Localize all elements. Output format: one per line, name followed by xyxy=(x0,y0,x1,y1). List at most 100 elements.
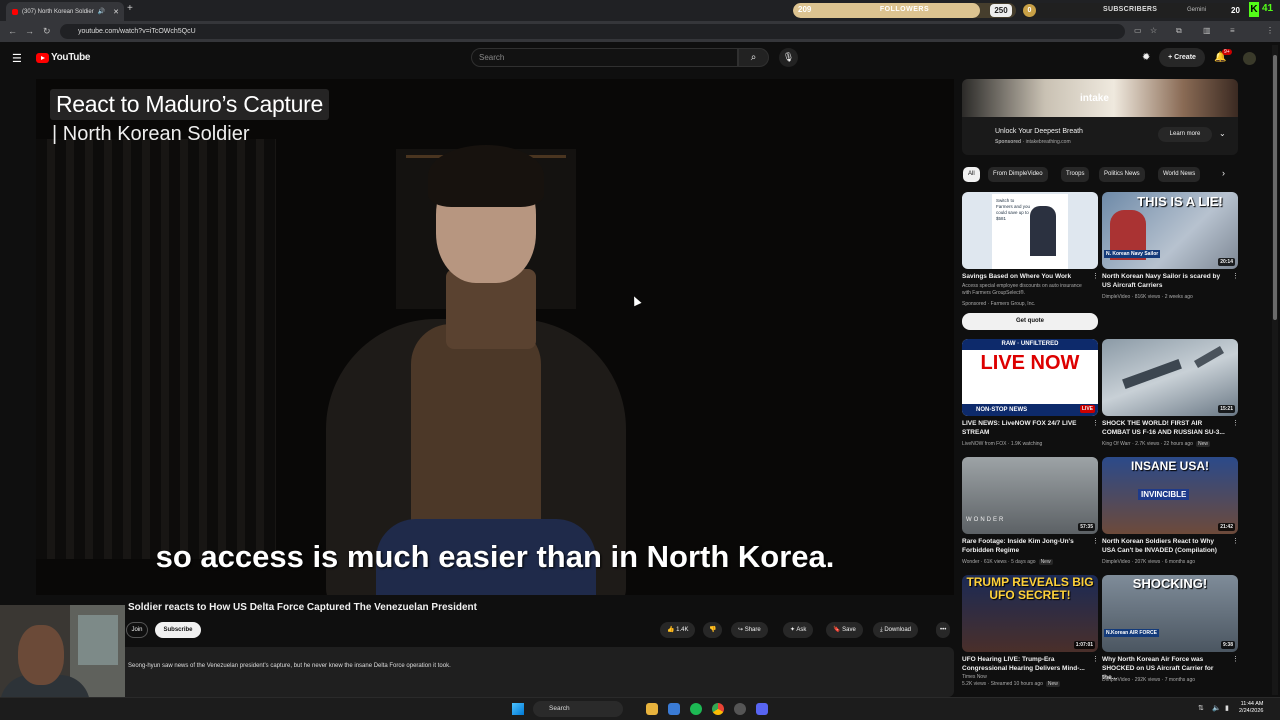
save-button[interactable]: 🔖 Save xyxy=(826,622,863,638)
youtube-header: ☰ YouTube Search ⌕ 🎙 ✹ + Create 🔔 9+ xyxy=(0,42,1280,74)
thumbnail-text: LIVE NOW xyxy=(980,352,1080,374)
video-description[interactable]: Seong-hyun saw news of the Venezuelan pr… xyxy=(36,647,954,697)
download-button[interactable]: ⤓ Download xyxy=(873,622,919,638)
close-tab-icon[interactable]: ✕ xyxy=(113,8,119,16)
search-button[interactable]: ⌕ xyxy=(738,48,769,67)
settings-gear-icon[interactable] xyxy=(734,703,746,715)
extensions-icon[interactable]: ⧉ xyxy=(1176,26,1182,36)
more-icon[interactable]: ⋮ xyxy=(1266,26,1274,35)
like-button[interactable]: 👍 1.4K xyxy=(660,622,696,638)
subscribe-button[interactable]: Subscribe xyxy=(155,622,201,638)
card-more-icon[interactable]: ⋮ xyxy=(1092,537,1099,545)
scrollbar-thumb[interactable] xyxy=(1273,55,1277,320)
discord-icon[interactable] xyxy=(756,703,768,715)
person-sweater xyxy=(411,324,541,534)
card-more-icon[interactable]: ⋮ xyxy=(1232,537,1239,545)
voice-search-icon[interactable]: 🎙 xyxy=(779,48,798,67)
ask-button[interactable]: ✦ Ask xyxy=(783,622,814,638)
farmers-ad-person xyxy=(1030,206,1056,256)
chip-from-dimplevideo[interactable]: From DimpleVideo xyxy=(988,167,1048,182)
youtube-logo[interactable]: YouTube xyxy=(36,52,91,63)
taskbar-search[interactable]: Search xyxy=(533,701,623,717)
filter-chips: All From DimpleVideo Troops Politics New… xyxy=(963,167,1238,183)
new-tab-icon[interactable]: + xyxy=(127,3,133,14)
card-title: North Korean Navy Sailor is scared by US… xyxy=(1102,273,1221,289)
subscribers-goal-bar: 0 SUBSCRIBERS Gemini 20 xyxy=(1021,3,1246,18)
video-duration: 15:21 xyxy=(1218,405,1235,413)
chip-world-news[interactable]: World News xyxy=(1158,167,1201,182)
video-player[interactable]: React to Maduro’s Capture | North Korean… xyxy=(36,79,954,595)
card-meta: King Of Warr · 2.7K views · 22 hours ago… xyxy=(1102,441,1210,447)
volume-icon[interactable]: 🔈 xyxy=(1212,704,1221,712)
like-count: 1.4K xyxy=(676,627,689,633)
thumbnail-bottom-text: NON-STOP NEWS xyxy=(962,404,1098,416)
thumbnail-top-text: RAW · UNFILTERED xyxy=(962,339,1098,350)
card-thumbnail: INSANE USA! INVINCIBLE 21:42 xyxy=(1102,457,1238,534)
sidebar-icon[interactable]: ▥ xyxy=(1203,26,1211,35)
store-icon[interactable] xyxy=(668,703,680,715)
card-meta-text: 5.2K views · Streamed 10 hours ago xyxy=(962,681,1043,687)
thumbnail-label: N.Korean AIR FORCE xyxy=(1104,629,1159,637)
address-bar[interactable]: youtube.com/watch?v=iTcOWch5QcU xyxy=(60,24,1125,39)
battery-icon[interactable]: ▮ xyxy=(1225,704,1229,712)
card-more-icon[interactable]: ⋮ xyxy=(1092,272,1099,280)
sponsored-ad[interactable]: intake Unlock Your Deepest Breath Sponso… xyxy=(962,79,1238,155)
jet-shape xyxy=(1122,359,1182,389)
chip-politics-news[interactable]: Politics News xyxy=(1099,167,1145,182)
card-more-icon[interactable]: ⋮ xyxy=(1092,419,1099,427)
share-button[interactable]: ↪ Share xyxy=(731,622,768,638)
join-button[interactable]: Join xyxy=(126,622,148,638)
card-more-icon[interactable]: ⋮ xyxy=(1232,655,1239,663)
card-meta: LiveNOW from FOX · 1.9K watching xyxy=(962,441,1043,447)
youtube-favicon-icon xyxy=(12,8,18,15)
video-overlay-subtitle: | North Korean Soldier xyxy=(52,123,250,145)
webcam-window xyxy=(78,615,118,665)
notification-badge: 9+ xyxy=(1222,49,1232,55)
get-quote-button[interactable]: Get quote xyxy=(962,313,1098,330)
chip-troops[interactable]: Troops xyxy=(1061,167,1090,182)
taskbar-clock[interactable]: 11:44 AM 2/24/2026 xyxy=(1239,701,1263,715)
search-input[interactable]: Search xyxy=(471,48,738,67)
card-more-icon[interactable]: ⋮ xyxy=(1232,272,1239,280)
card-more-icon[interactable]: ⋮ xyxy=(1232,419,1239,427)
card-meta: DimpleVideo · 207K views · 6 months ago xyxy=(1102,559,1196,565)
chip-all[interactable]: All xyxy=(963,167,980,182)
back-icon[interactable]: ← xyxy=(8,26,17,36)
learn-more-button[interactable]: Learn more xyxy=(1158,127,1212,142)
chevron-down-icon[interactable]: ⌄ xyxy=(1219,129,1226,138)
url-text: youtube.com/watch?v=iTcOWch5QcU xyxy=(78,28,196,35)
create-label: Create xyxy=(1174,54,1196,61)
menu-icon[interactable]: ≡ xyxy=(1230,26,1235,35)
bookmark-star-icon[interactable]: ☆ xyxy=(1150,26,1157,35)
dislike-button[interactable]: 👎 xyxy=(703,622,723,638)
reload-icon[interactable]: ↻ xyxy=(43,26,51,37)
tab-title: (307) North Korean Soldier xyxy=(22,8,94,15)
browser-toolbar: ← → ↻ youtube.com/watch?v=iTcOWch5QcU ▭ … xyxy=(0,21,1280,42)
forward-icon[interactable]: → xyxy=(25,26,34,36)
browser-tab[interactable]: (307) North Korean Soldier 🔊 ✕ xyxy=(6,2,124,21)
webcam-face xyxy=(18,625,64,685)
ai-sparkle-icon[interactable]: ✹ xyxy=(1142,52,1150,63)
share-label: Share xyxy=(744,627,761,633)
windows-start-icon[interactable] xyxy=(512,703,524,715)
card-thumbnail: TRUMP REVEALS BIG UFO SECRET! 1:07:01 xyxy=(962,575,1098,652)
more-actions-icon[interactable]: ••• xyxy=(936,622,951,638)
card-more-icon[interactable]: ⋮ xyxy=(1092,655,1099,663)
cast-icon[interactable]: ▭ xyxy=(1134,26,1142,35)
hamburger-menu-icon[interactable]: ☰ xyxy=(12,52,22,65)
thumbnail-label: INVINCIBLE xyxy=(1138,489,1190,500)
card-title: Rare Footage: Inside Kim Jong-Un's Forbi… xyxy=(962,538,1074,554)
account-avatar[interactable] xyxy=(1243,52,1256,65)
chrome-icon[interactable] xyxy=(712,703,724,715)
file-explorer-icon[interactable] xyxy=(646,703,658,715)
card-meta: DimpleVideo · 292K views · 7 months ago xyxy=(1102,677,1196,683)
spotify-icon[interactable] xyxy=(690,703,702,715)
card-thumbnail: RAW · UNFILTERED LIVE NOW NON-STOP NEWS … xyxy=(962,339,1098,416)
create-button[interactable]: + Create xyxy=(1159,48,1205,67)
card-title: North Korean Soldiers React to Why USA C… xyxy=(1102,538,1217,554)
speaker-icon[interactable]: 🔊 xyxy=(98,8,105,15)
chevron-right-icon[interactable]: › xyxy=(1222,168,1225,178)
download-label: Download xyxy=(884,627,912,633)
network-icon[interactable]: ⇅ xyxy=(1198,704,1204,712)
thumbnail-text: INSANE USA! xyxy=(1130,459,1209,473)
